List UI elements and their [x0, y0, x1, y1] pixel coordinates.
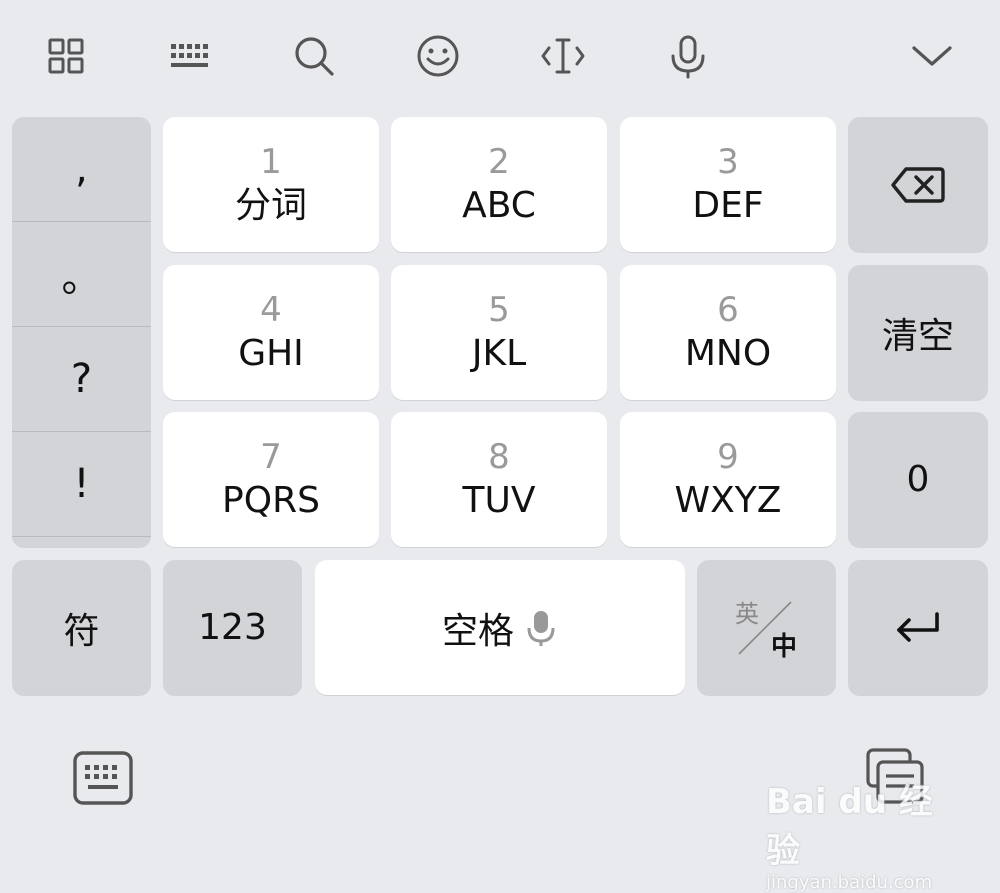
watermark-url: jingyan.baidu.com [766, 872, 933, 893]
key-letters: GHI [238, 332, 304, 374]
key-number: 5 [488, 289, 510, 330]
baidu-watermark: Bai du 经验 jingyan.baidu.com [766, 774, 946, 893]
key-number: 4 [260, 289, 282, 330]
key-9[interactable]: 9 WXYZ [620, 412, 836, 547]
key-letters: 分词 [234, 184, 307, 226]
backspace-icon [891, 166, 945, 203]
backspace-key[interactable] [848, 117, 988, 252]
punct-comma-key[interactable]: , [12, 117, 151, 222]
numeric-key[interactable]: 123 [163, 560, 302, 695]
key-letters: TUV [462, 479, 536, 521]
punct-question-key[interactable]: ? [12, 327, 151, 432]
lang-english-label: 英 [735, 600, 759, 628]
apps-grid-icon[interactable] [40, 30, 92, 82]
enter-key[interactable] [848, 560, 988, 695]
symbols-key-label: 符 [63, 610, 100, 652]
key-letters: JKL [471, 332, 527, 374]
key-number: 1 [260, 141, 282, 182]
key-number: 3 [717, 141, 739, 182]
punct-period-key[interactable]: 。 [12, 222, 151, 327]
enter-icon [897, 611, 939, 642]
key-letters: MNO [684, 332, 772, 374]
key-6[interactable]: 6 MNO [620, 265, 836, 400]
key-3[interactable]: 3 DEF [620, 117, 836, 252]
key-number: 8 [488, 436, 510, 477]
key-4[interactable]: 4 GHI [163, 265, 379, 400]
key-1[interactable]: 1 分词 [163, 117, 379, 252]
key-5[interactable]: 5 JKL [391, 265, 607, 400]
key-2[interactable]: 2 ABC [391, 117, 607, 252]
keyboard-layout-icon[interactable] [164, 30, 216, 82]
key-number: 2 [488, 141, 510, 182]
key-letters: PQRS [222, 479, 320, 521]
key-number: 7 [260, 436, 282, 477]
key-number: 6 [717, 289, 739, 330]
key-8[interactable]: 8 TUV [391, 412, 607, 547]
search-icon[interactable] [288, 30, 340, 82]
key-number: 9 [717, 436, 739, 477]
microphone-icon [527, 610, 555, 646]
lang-chinese-label: 中 [771, 632, 798, 662]
punct-exclaim-key[interactable]: ! [12, 432, 151, 537]
zero-key-label: 0 [906, 459, 930, 500]
space-key-label: 空格 [441, 610, 514, 652]
key-letters: WXYZ [674, 479, 782, 521]
key-letters: ABC [462, 184, 536, 226]
symbols-key[interactable]: 符 [12, 560, 151, 695]
collapse-chevron-icon[interactable] [906, 30, 958, 82]
clear-key-label: 清空 [881, 315, 954, 357]
space-key[interactable]: 空格 [315, 560, 685, 695]
cursor-icon[interactable] [537, 30, 589, 82]
key-letters: DEF [692, 184, 764, 226]
key-7[interactable]: 7 PQRS [163, 412, 379, 547]
emoji-icon[interactable] [412, 30, 464, 82]
microphone-icon[interactable] [662, 30, 714, 82]
keyboard-toolbar [0, 0, 1000, 112]
zero-key[interactable]: 0 [848, 412, 988, 547]
keyboard-switch-icon[interactable] [72, 750, 138, 810]
watermark-logo-text: Bai du 经验 [766, 782, 933, 871]
numeric-key-label: 123 [198, 607, 267, 648]
clear-key[interactable]: 清空 [848, 265, 988, 400]
language-switch-key[interactable]: 英 中 [697, 560, 836, 695]
punctuation-column: , 。 ? ! [12, 117, 151, 547]
